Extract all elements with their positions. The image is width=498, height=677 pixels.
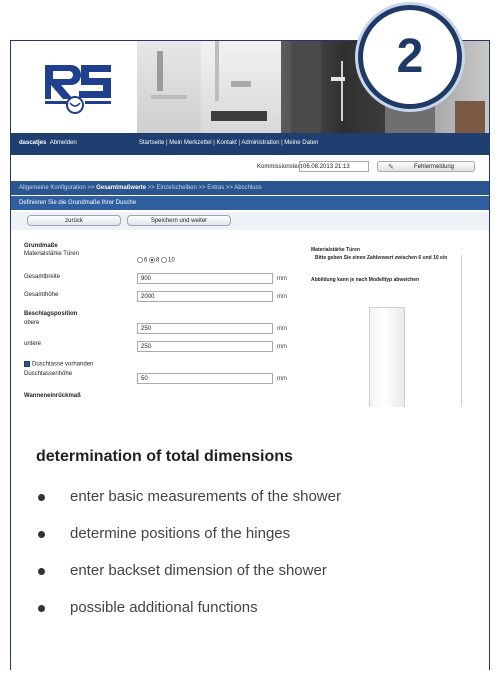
radio-10-label: 10 bbox=[168, 257, 175, 264]
step-general[interactable]: Allgemeine Konfiguration bbox=[19, 185, 86, 191]
commission-label: Kommissionstext bbox=[257, 164, 303, 170]
feature-list: enter basic measurements of the shower d… bbox=[36, 488, 476, 636]
step-finish[interactable]: Abschluss bbox=[234, 185, 261, 191]
width-unit: mm bbox=[277, 276, 287, 282]
help-hint: Bitte geben Sie einen Zahlenwert zwische… bbox=[315, 255, 448, 261]
section-hinge-position: Beschlagsposition bbox=[24, 311, 78, 317]
description-heading: determination of total dimensions bbox=[36, 448, 293, 465]
step-panes[interactable]: Einzelscheiben bbox=[156, 185, 196, 191]
tray-checkbox-label: Duschtasse vorhanden bbox=[32, 361, 94, 368]
tray-checkbox[interactable] bbox=[24, 361, 30, 367]
action-buttons-row: zurück Speichern und weiter bbox=[11, 212, 489, 230]
thickness-label: Materialstärke Türen bbox=[24, 251, 79, 257]
logout-link[interactable]: Abmelden bbox=[50, 140, 77, 146]
list-item-text: determine positions of the hinges bbox=[70, 525, 291, 542]
bullet-icon bbox=[38, 568, 45, 575]
step-number: 2 bbox=[396, 30, 424, 83]
photo-sink bbox=[201, 41, 281, 133]
bullet-icon bbox=[38, 494, 45, 501]
radio-8-label: 8 bbox=[156, 257, 160, 264]
step-sep: >> bbox=[198, 185, 206, 191]
height-unit: mm bbox=[277, 294, 287, 300]
help-title: Materialstärke Türen bbox=[311, 247, 360, 253]
tray-height-input[interactable]: 50 bbox=[137, 373, 273, 384]
height-label: Gesamthöhe bbox=[24, 292, 59, 298]
step-breadcrumb: Allgemeine Konfiguration >> Gesamtmaßwer… bbox=[11, 181, 489, 195]
tray-checkbox-row[interactable]: Duschtasse vorhanden bbox=[24, 361, 93, 368]
user-area: dascatjes Abmelden bbox=[19, 140, 77, 146]
list-item: determine positions of the hinges bbox=[36, 525, 476, 562]
lower-unit: mm bbox=[277, 344, 287, 350]
top-nav-bar: dascatjes Abmelden Startseite | Mein Mer… bbox=[11, 133, 489, 155]
section-backset: Wanneneinrückmaß bbox=[24, 393, 81, 399]
list-item: enter backset dimension of the shower bbox=[36, 562, 476, 599]
upper-unit: mm bbox=[277, 326, 287, 332]
list-item-text: possible additional functions bbox=[70, 599, 258, 616]
step-sep: >> bbox=[87, 185, 95, 191]
description: determination of total dimensions enter … bbox=[36, 448, 476, 636]
help-note: Abbildung kann je nach Modelltyp abweich… bbox=[311, 277, 420, 283]
step-extras[interactable]: Extras bbox=[207, 185, 224, 191]
error-report-label: Fehlermeldung bbox=[414, 164, 455, 170]
photo-shelf bbox=[137, 41, 201, 133]
preview-frame-right bbox=[461, 255, 462, 407]
bullet-icon bbox=[38, 605, 45, 612]
main-nav-links[interactable]: Startseite | Mein Merkzettel | Kontakt |… bbox=[139, 140, 318, 146]
commission-input[interactable]: 06.08.2013 21:13 bbox=[299, 161, 369, 172]
radio-6[interactable] bbox=[137, 257, 143, 263]
save-continue-button[interactable]: Speichern und weiter bbox=[127, 215, 231, 226]
width-label: Gesamtbreite bbox=[24, 274, 61, 280]
rs-logo bbox=[41, 61, 117, 119]
radio-10[interactable] bbox=[161, 257, 168, 263]
list-item-text: enter basic measurements of the shower bbox=[70, 488, 341, 505]
list-item-text: enter backset dimension of the shower bbox=[70, 562, 327, 579]
section-basic-dimensions: Grundmaße bbox=[24, 243, 58, 249]
username: dascatjes bbox=[19, 140, 47, 146]
shower-preview-image bbox=[369, 307, 405, 407]
commission-row: Kommissionstext 06.08.2013 21:13 ✎ Fehler… bbox=[11, 159, 489, 175]
list-item: possible additional functions bbox=[36, 599, 476, 636]
tray-height-label: Duschtassenhöhe bbox=[24, 371, 73, 377]
radio-6-label: 6 bbox=[144, 257, 148, 264]
dimension-form: Grundmaße Materialstärke Türen 6 8 10 Ge… bbox=[11, 237, 311, 407]
help-panel: Materialstärke Türen Bitte geben Sie ein… bbox=[311, 247, 479, 407]
back-button[interactable]: zurück bbox=[27, 215, 121, 226]
step-sep: >> bbox=[147, 185, 155, 191]
step-sep: >> bbox=[225, 185, 233, 191]
list-item: enter basic measurements of the shower bbox=[36, 488, 476, 525]
radio-8[interactable] bbox=[149, 257, 156, 263]
error-report-button[interactable]: ✎ Fehlermeldung bbox=[377, 161, 475, 172]
step-total-dimensions: Gesamtmaßwerte bbox=[96, 185, 147, 191]
tray-height-unit: mm bbox=[277, 376, 287, 382]
height-input[interactable]: 2000 bbox=[137, 291, 273, 302]
lower-label: untere bbox=[24, 341, 42, 347]
pencil-icon: ✎ bbox=[388, 164, 394, 171]
bullet-icon bbox=[38, 531, 45, 538]
width-input[interactable]: 900 bbox=[137, 273, 273, 284]
thickness-radio-group: 6 8 10 bbox=[137, 257, 175, 264]
step-number-badge: 2 bbox=[358, 5, 462, 109]
upper-label: obere bbox=[24, 320, 40, 326]
lower-input[interactable]: 250 bbox=[137, 341, 273, 352]
upper-input[interactable]: 250 bbox=[137, 323, 273, 334]
instruction-bar: Definieren Sie die Grundmaße Ihrer Dusch… bbox=[11, 196, 489, 210]
